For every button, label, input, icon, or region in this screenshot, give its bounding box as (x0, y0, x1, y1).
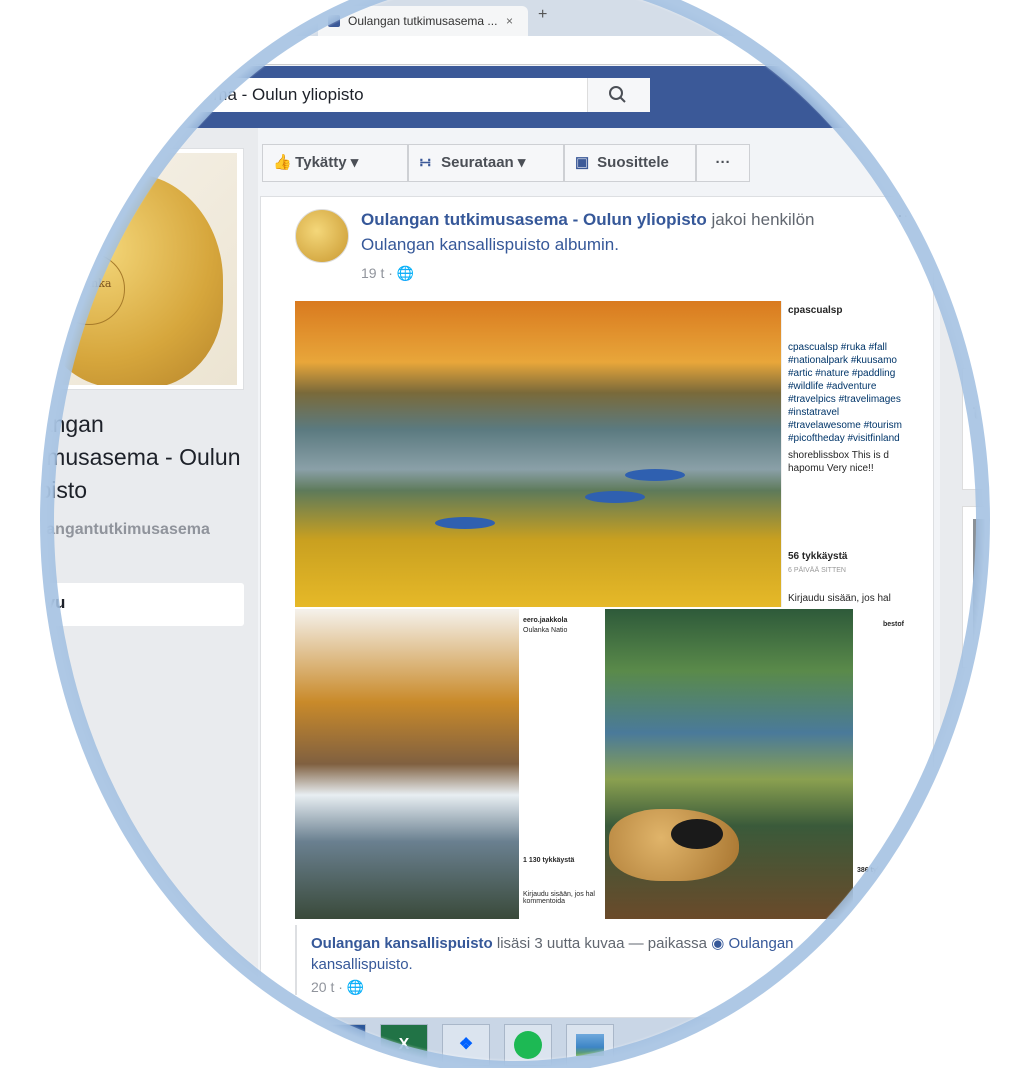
address-bar[interactable]: sema/ (0, 36, 1011, 65)
nav-item-posts[interactable]: Julkaisut (0, 798, 244, 841)
rss-icon: ∺ (419, 154, 432, 171)
dropbox-icon[interactable]: ❖ (442, 1024, 490, 1066)
shared-post-text: lisäsi 3 uutta kuvaa — paikassa (496, 935, 708, 952)
close-tab-icon[interactable]: × (506, 6, 513, 36)
insta3-user[interactable]: bestof (883, 621, 904, 628)
profile-picture[interactable]: Oulanka (0, 148, 244, 390)
insta2-user[interactable]: eero.jaakkola (523, 617, 567, 624)
page-nav: Etusivu Tietoja Kuvat Arvostelut Videot … (0, 583, 244, 841)
wooden-cup-shape (609, 809, 739, 881)
shared-post-header: Oulangan kansallispuisto lisäsi 3 uutta … (311, 933, 841, 975)
search-value: imusasema - Oulun yliopisto (150, 85, 364, 104)
right-column: tu BUS (940, 128, 1011, 1028)
browser-tab[interactable]: Oulangan tutkimusasema ... × (318, 6, 528, 36)
location-pin-icon: ◉ (711, 935, 725, 952)
photo-river-valley-cup[interactable] (605, 609, 853, 919)
insta1-date: 6 PÄIVÄÄ SITTEN (788, 567, 846, 574)
liked-button[interactable]: 👍 Tykätty ▾ (262, 144, 408, 182)
coffee-shape (671, 819, 723, 849)
shared-post-timestamp[interactable]: 20 t · 🌐 (311, 979, 364, 996)
photos-app-icon[interactable] (566, 1024, 614, 1066)
page: Oulangan tutkimusasema ... × + sema/ imu… (0, 0, 1011, 1068)
shared-post-divider (295, 925, 297, 995)
instagram-embed-3: bestof 386 tykkä (853, 609, 911, 919)
post-shared-text: jakoi (711, 210, 747, 229)
word-icon[interactable]: W (318, 1024, 366, 1066)
right-ad-logo: tu (973, 399, 994, 424)
search-button[interactable] (587, 78, 650, 112)
nav-item-photos[interactable]: Kuvat (0, 669, 244, 712)
right-photo (973, 519, 1011, 655)
post-card: Oulangan tutkimusasema - Oulun yliopisto… (260, 196, 934, 1018)
insta1-user[interactable]: cpascualsp (788, 305, 908, 316)
insta2-likes: 1 130 tykkäystä (523, 857, 575, 864)
insta1-comment-2: hapomu Very nice!! (788, 463, 874, 474)
cup-brand-text: Oulanka (65, 277, 112, 290)
post-timestamp[interactable]: 19 t · 🌐 (361, 265, 414, 282)
shared-time-text: 20 t · (311, 979, 347, 995)
right-ad-card[interactable]: tu BUS (962, 368, 1011, 490)
post-album-link[interactable]: Oulangan kansallispuisto albumin. (361, 235, 619, 254)
insta3-likes: 386 tykkä (857, 867, 889, 874)
insta2-login-prompt[interactable]: Kirjaudu sisään, jos hal kommentoida (523, 891, 601, 905)
post-author-link[interactable]: Oulangan tutkimusasema - Oulun yliopisto (361, 210, 707, 229)
thumbs-up-icon: 👍 (273, 154, 292, 171)
canoe-shape (435, 517, 495, 529)
wooden-cup-image: Oulanka (33, 173, 223, 385)
photo-canoe-river[interactable] (295, 301, 781, 607)
new-tab-button[interactable]: + (538, 6, 547, 24)
insta1-comment-1: shoreblissbox This is d (788, 450, 889, 461)
windows-taskbar: W X ❖ (0, 1018, 1011, 1068)
following-button[interactable]: ∺ Seurataan ▾ (408, 144, 564, 182)
facebook-top-bar: imusasema - Oulun yliopisto (0, 66, 1011, 128)
canoe-shape (585, 491, 645, 503)
insta1-caption: cpascualsp #ruka #fall #nationalpark #ku… (788, 341, 908, 475)
post-header: Oulangan tutkimusasema - Oulun yliopisto… (361, 207, 881, 257)
insta1-likes: 56 tykkäystä (788, 551, 848, 562)
right-photo-card[interactable] (962, 506, 1011, 668)
nav-item-home[interactable]: Etusivu (0, 583, 244, 626)
globe-icon: 🌐 (346, 979, 365, 995)
insta1-caption-text: cpascualsp #ruka #fall #nationalpark #ku… (788, 342, 902, 444)
post-owner-prefix: henkilön (751, 210, 815, 229)
shared-page-link[interactable]: Oulangan kansallispuisto (311, 935, 493, 952)
recommend-label: Suosittele (597, 154, 669, 171)
page-handle[interactable]: @Oulangantutkimusasema (4, 520, 244, 540)
facebook-favicon-icon (328, 15, 340, 27)
instagram-embed-1: cpascualsp cpascualsp #ruka #fall #natio… (781, 301, 912, 607)
search-field[interactable]: imusasema - Oulun yliopisto (120, 78, 650, 112)
post-author-avatar[interactable] (295, 209, 349, 263)
globe-icon: 🌐 (396, 265, 415, 281)
right-ad-sub: BUS (989, 431, 1002, 437)
url-text: sema/ (210, 44, 240, 56)
canoe-shape (625, 469, 685, 481)
following-label: Seurataan (441, 154, 514, 171)
instagram-embed-2: eero.jaakkola Oulanka Natio 1 130 tykkäy… (519, 609, 603, 919)
insta2-location: Oulanka Natio (523, 627, 568, 634)
search-icon (609, 86, 626, 103)
tab-title: Oulangan tutkimusasema ... (348, 14, 498, 28)
more-actions-button[interactable]: ··· (696, 144, 750, 182)
nav-item-about[interactable]: Tietoja (0, 626, 244, 669)
excel-icon[interactable]: X (380, 1024, 428, 1066)
left-sidebar: Oulanka Oulangan tutkimusasema - Oulun y… (0, 128, 258, 1068)
browser-tab-bar: Oulangan tutkimusasema ... × + (0, 0, 1011, 36)
photo-rapids[interactable] (295, 609, 519, 919)
recommend-button[interactable]: ▣ Suosittele (564, 144, 696, 182)
nav-item-reviews[interactable]: Arvostelut (0, 712, 244, 755)
spotify-icon[interactable] (504, 1024, 552, 1066)
nav-item-videos[interactable]: Videot (0, 755, 244, 798)
liked-label: Tykätty (295, 154, 347, 171)
post-time-text: 19 t · (361, 265, 397, 281)
page-name: Oulangan tutkimusasema - Oulun yliopisto (4, 411, 241, 503)
profile-photo: Oulanka (5, 153, 237, 385)
post-options-button[interactable]: ··· (897, 205, 915, 226)
speech-bubble-icon: ▣ (575, 154, 590, 171)
insta1-login-prompt[interactable]: Kirjaudu sisään, jos hal (788, 593, 891, 604)
